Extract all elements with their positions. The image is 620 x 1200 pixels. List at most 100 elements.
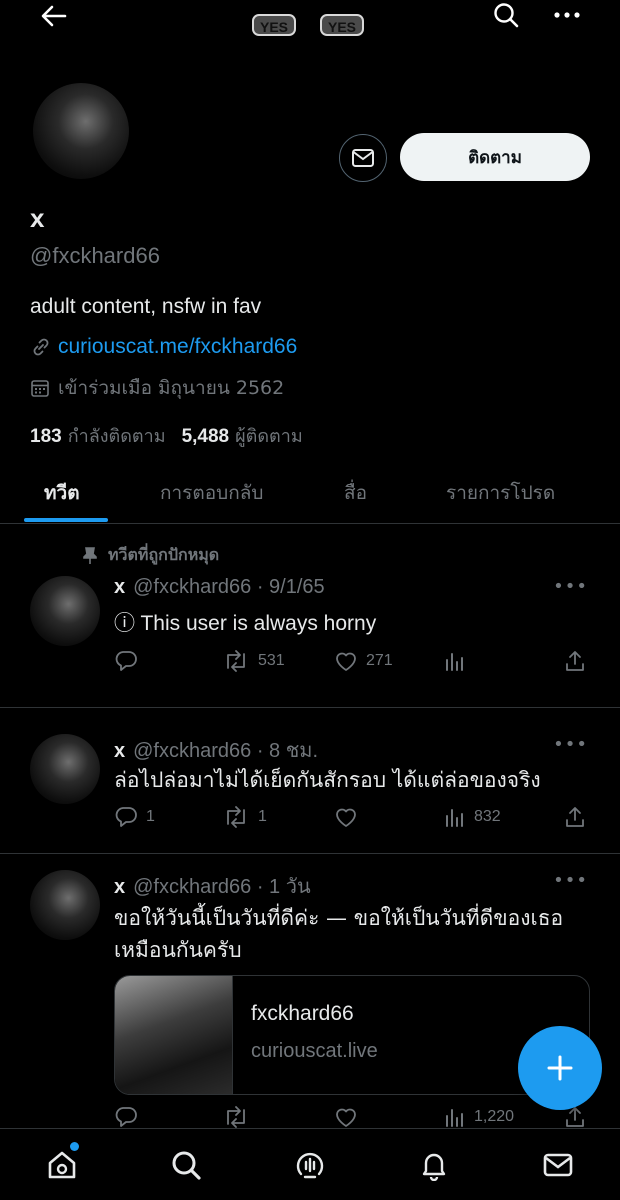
- views-button[interactable]: 832: [444, 806, 501, 828]
- retweet-count: 1: [258, 808, 267, 825]
- reply-button[interactable]: [114, 650, 146, 672]
- retweet-icon: [227, 650, 245, 672]
- joined-date-row: เข้าร่วมเมือ มิถุนายน 2562: [30, 373, 284, 403]
- retweet-button[interactable]: [222, 1106, 258, 1128]
- more-options-icon[interactable]: [552, 2, 582, 28]
- views-count: 1,220: [474, 1108, 515, 1125]
- views-chart-icon: [446, 1109, 463, 1127]
- reply-icon: [115, 651, 137, 671]
- profile-link[interactable]: curiouscat.me/fxckhard66: [58, 335, 297, 359]
- back-arrow-icon[interactable]: [38, 2, 70, 30]
- heart-icon: [336, 808, 356, 827]
- home-notification-dot: [70, 1142, 79, 1151]
- calendar-icon: [31, 380, 49, 397]
- reply-count: 1: [146, 808, 155, 825]
- profile-bio: adult content, nsfw in fav: [30, 295, 262, 318]
- link-preview-image: [115, 976, 233, 1094]
- reply-button[interactable]: 1: [114, 806, 155, 828]
- views-count: 832: [474, 808, 501, 825]
- search-icon: [172, 1151, 201, 1180]
- retweet-count: 531: [258, 652, 285, 669]
- joined-date: เข้าร่วมเมือ มิถุนายน 2562: [58, 377, 285, 399]
- reply-icon: [115, 807, 137, 827]
- like-button[interactable]: [334, 806, 366, 828]
- followers-count[interactable]: 5,488: [182, 426, 230, 448]
- profile-avatar[interactable]: [30, 80, 132, 182]
- tweet-text: ล่อไปล่อมาไม่ได้เย็ดกันสักรอบ ได้แต่ล่อข…: [114, 768, 541, 792]
- tweet-item[interactable]: x @fxckhard66 · 8 ชม. ••• ล่อไปล่อมาไม่ไ…: [0, 708, 620, 854]
- nav-spaces[interactable]: [292, 1147, 328, 1183]
- retweet-button[interactable]: 531: [222, 650, 285, 672]
- card-title: fxckhard66: [251, 1002, 354, 1025]
- tweet-item[interactable]: x @fxckhard66 · 9/1/65 ••• ⓘ This user i…: [0, 524, 620, 708]
- tweet-meta: @fxckhard66 · 1 วัน: [133, 876, 311, 898]
- tab-likes[interactable]: รายการโปรด: [446, 478, 555, 508]
- tweet-meta: @fxckhard66 · 8 ชม.: [133, 740, 319, 762]
- nav-search[interactable]: [168, 1147, 204, 1183]
- nav-home[interactable]: [44, 1147, 80, 1183]
- tweet-meta: @fxckhard66 · 9/1/65: [133, 576, 325, 598]
- follow-button[interactable]: ติดตาม: [400, 133, 590, 181]
- tweet-more-icon[interactable]: •••: [553, 870, 588, 891]
- top-bar: YES YES: [0, 0, 620, 60]
- share-icon: [566, 651, 584, 671]
- compose-tweet-button[interactable]: [518, 1026, 602, 1110]
- like-count: 271: [366, 652, 393, 669]
- active-tab-indicator: [24, 518, 108, 522]
- heart-icon: [336, 652, 356, 671]
- tab-replies[interactable]: การตอบกลับ: [160, 478, 263, 508]
- header-badge-2: YES: [320, 14, 365, 36]
- link-icon: [33, 338, 49, 356]
- header-badge-1: YES: [252, 14, 297, 36]
- tweet-more-icon[interactable]: •••: [553, 576, 588, 597]
- following-label[interactable]: กำลังติดตาม: [68, 421, 166, 450]
- tweet-avatar[interactable]: [30, 870, 100, 940]
- tweet-actions: 1 1 832: [114, 806, 590, 836]
- tweet-text: ⓘ This user is always horny: [114, 612, 377, 635]
- views-button[interactable]: 1,220: [444, 1106, 514, 1128]
- retweet-icon: [227, 806, 245, 828]
- message-button[interactable]: [339, 134, 387, 182]
- profile-handle: @fxckhard66: [30, 243, 160, 268]
- views-chart-icon: [446, 653, 463, 671]
- tweet-text: ขอให้วันนี้เป็นวันที่ดีค่ะ — ขอให้เป็นวั…: [114, 906, 564, 962]
- home-icon: [48, 1151, 76, 1179]
- bell-icon: [422, 1153, 446, 1181]
- share-icon: [566, 807, 584, 827]
- retweet-icon: [227, 1106, 245, 1128]
- nav-notifications[interactable]: [416, 1147, 452, 1183]
- plus-icon: [547, 1055, 573, 1081]
- tab-media[interactable]: สื่อ: [344, 478, 367, 508]
- reply-icon: [115, 1107, 137, 1127]
- tweet-author-name: x: [114, 740, 126, 762]
- bottom-navigation: [0, 1128, 620, 1200]
- followers-label[interactable]: ผู้ติดตาม: [235, 421, 303, 450]
- retweet-button[interactable]: 1: [222, 806, 267, 828]
- share-button[interactable]: [564, 650, 586, 672]
- following-count[interactable]: 183: [30, 426, 62, 448]
- tweet-author-name: x: [114, 576, 126, 598]
- profile-name: x: [30, 203, 45, 233]
- mail-icon: [352, 149, 374, 167]
- nav-messages[interactable]: [540, 1147, 576, 1183]
- card-domain: curiouscat.live: [251, 1040, 378, 1062]
- like-button[interactable]: [334, 1106, 366, 1128]
- follow-stats: 183 กำลังติดตาม 5,488 ผู้ติดตาม: [30, 421, 313, 450]
- spaces-icon: [296, 1152, 324, 1179]
- share-button[interactable]: [564, 806, 586, 828]
- tweet-more-icon[interactable]: •••: [553, 734, 588, 755]
- tweet-avatar[interactable]: [30, 576, 100, 646]
- tab-tweets[interactable]: ทวีต: [44, 478, 80, 508]
- tweet-author-name: x: [114, 876, 126, 898]
- mail-icon: [543, 1153, 573, 1177]
- search-icon[interactable]: [490, 0, 522, 30]
- like-button[interactable]: 271: [334, 650, 393, 672]
- reply-button[interactable]: [114, 1106, 146, 1128]
- profile-tabs: ทวีต การตอบกลับ สื่อ รายการโปรด: [0, 462, 620, 524]
- tweet-actions: 531 271: [114, 650, 590, 680]
- views-button[interactable]: [444, 650, 474, 672]
- views-chart-icon: [446, 809, 463, 827]
- profile-link-row[interactable]: curiouscat.me/fxckhard66: [30, 335, 297, 359]
- tweet-avatar[interactable]: [30, 734, 100, 804]
- heart-icon: [336, 1108, 356, 1127]
